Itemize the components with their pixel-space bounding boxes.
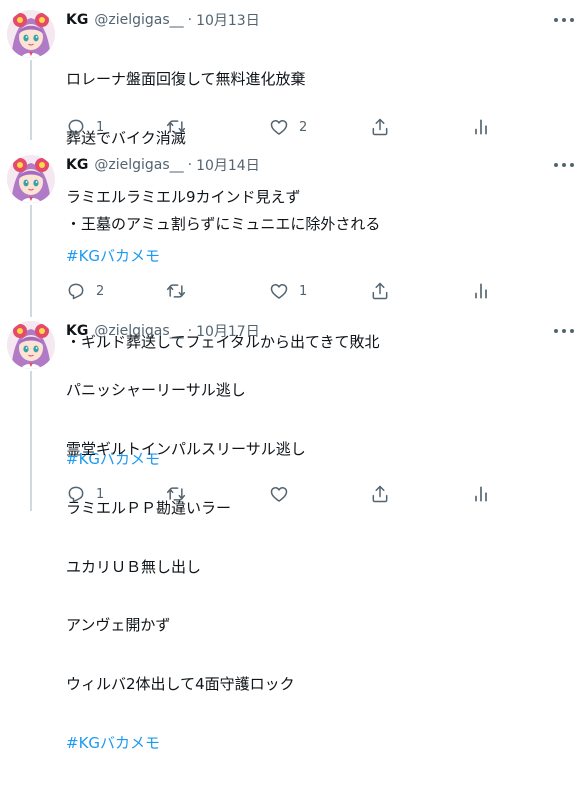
tweet-line: ユカリＵＢ無し出し [66,557,202,576]
reply-count: 1 [96,486,105,502]
separator: · [187,157,193,173]
like-count: 1 [299,283,308,299]
heart-icon [269,484,289,504]
tweet-line: 霊堂ギルトインパルスリーサル逃し [66,439,306,458]
share-icon [370,117,390,137]
share-button[interactable] [370,484,390,504]
tweet-line: ロレーナ盤面回復して無料進化放棄 [66,70,306,89]
analytics-button[interactable] [471,281,491,301]
tweet-actions: 1 [66,484,496,504]
heart-icon [269,281,289,301]
share-button[interactable] [370,117,390,137]
tweet-line: ・王墓のアミュ割らずにミュニエに除外される [66,215,381,234]
tweet-date[interactable]: 10月14日 [196,155,260,175]
more-icon[interactable] [554,323,574,339]
analytics-icon [471,117,491,137]
tweet-header: KG @zielgigas__ · 10月17日 [66,321,260,341]
retweet-button[interactable] [166,484,196,504]
like-button[interactable] [269,484,299,504]
share-icon [370,484,390,504]
reply-icon [66,484,86,504]
thread-line [30,205,32,317]
heart-icon [269,117,289,137]
user-handle[interactable]: @zielgigas__ [94,323,183,339]
retweet-icon [166,484,186,504]
user-handle[interactable]: @zielgigas__ [94,12,183,28]
thread-line [30,60,32,140]
more-icon[interactable] [554,12,574,28]
retweet-icon [166,117,186,137]
analytics-button[interactable] [471,484,491,504]
tweet-date[interactable]: 10月13日 [196,10,260,30]
avatar[interactable] [7,155,55,203]
retweet-button[interactable] [166,281,196,301]
analytics-button[interactable] [471,117,491,137]
share-button[interactable] [370,281,390,301]
like-count: 2 [299,119,308,135]
analytics-icon [471,281,491,301]
analytics-icon [471,484,491,504]
reply-icon [66,281,86,301]
reply-button[interactable]: 2 [66,281,104,301]
avatar[interactable] [7,321,55,369]
reply-icon [66,117,86,137]
tweet-text: パニッシャーリーサル逃し 霊堂ギルトインパルスリーサル逃し ラミエルＰＰ勘違いラ… [66,342,306,793]
display-name[interactable]: KG [66,157,88,173]
tweet-date[interactable]: 10月17日 [196,321,260,341]
retweet-button[interactable] [166,117,196,137]
separator: · [187,323,193,339]
reply-count: 1 [96,119,105,135]
like-button[interactable]: 2 [269,117,307,137]
display-name[interactable]: KG [66,12,88,28]
avatar[interactable] [7,10,55,58]
hashtag-link[interactable]: #KGバカメモ [66,734,306,754]
more-icon[interactable] [554,157,574,173]
tweet-actions: 1 2 [66,117,496,137]
user-handle[interactable]: @zielgigas__ [94,157,183,173]
tweet-line: ウィルバ2体出して4面守護ロック [66,675,295,694]
reply-button[interactable]: 1 [66,117,104,137]
reply-count: 2 [96,283,105,299]
tweet-line: アンヴェ開かず [66,616,171,635]
tweet-header: KG @zielgigas__ · 10月14日 [66,155,260,175]
tweet-header: KG @zielgigas__ · 10月13日 [66,10,260,30]
like-button[interactable]: 1 [269,281,307,301]
reply-button[interactable]: 1 [66,484,104,504]
retweet-icon [166,281,186,301]
display-name[interactable]: KG [66,323,88,339]
share-icon [370,281,390,301]
thread-line [30,371,32,511]
tweet-actions: 2 1 [66,281,496,301]
separator: · [187,12,193,28]
tweet-line: パニッシャーリーサル逃し [66,381,246,400]
